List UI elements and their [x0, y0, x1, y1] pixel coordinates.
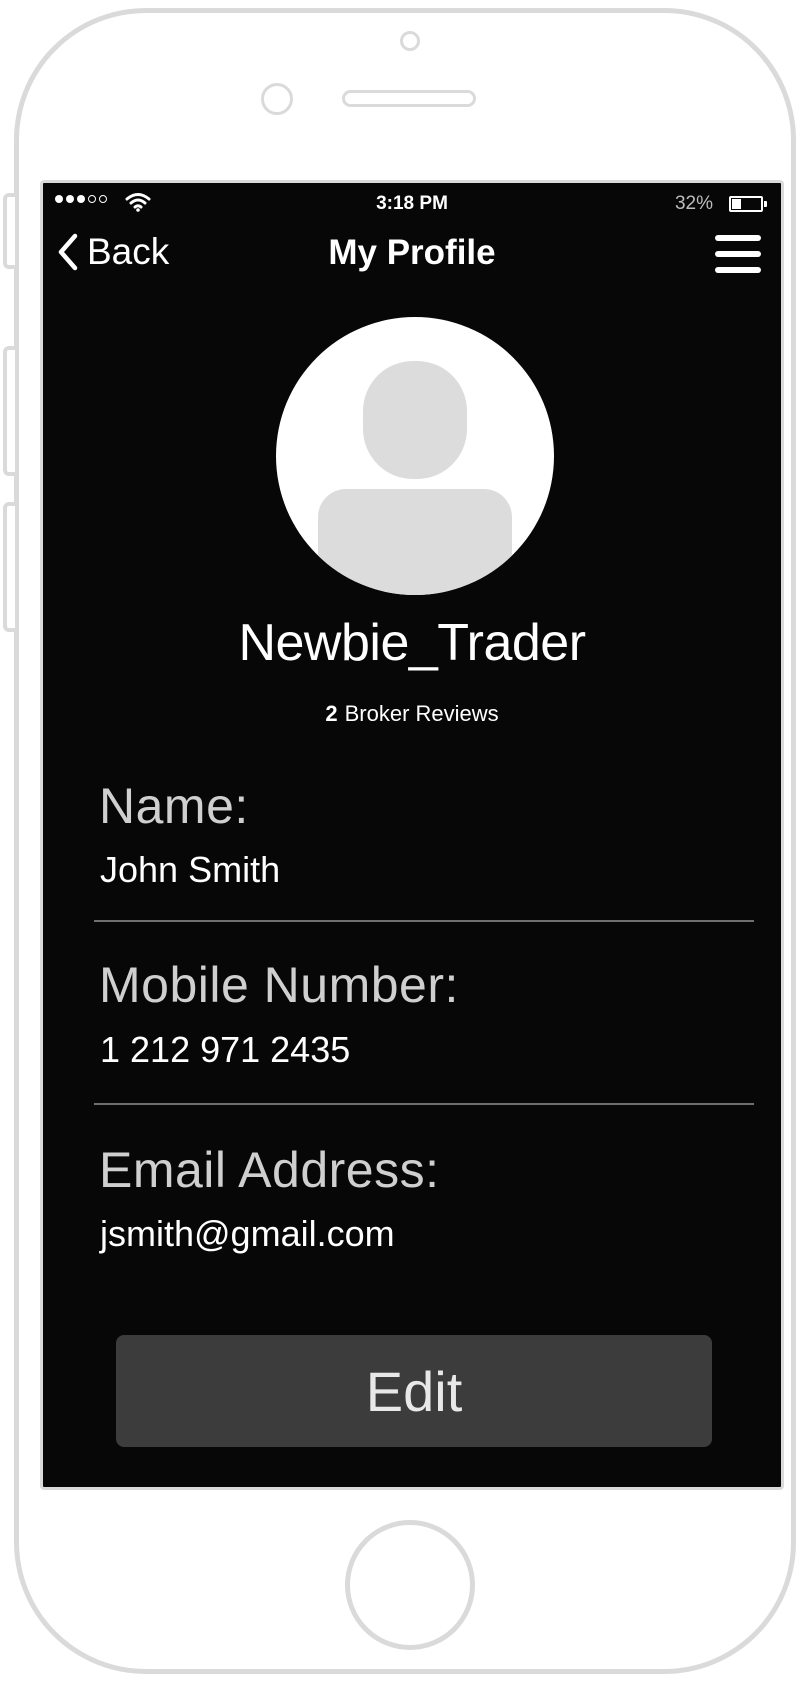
mobile-number-value: 1 212 971 2435 [100, 1029, 351, 1070]
name-label: Name: [99, 778, 249, 834]
app-screen: 3:18 PM 32% Back My Profile Newbie_Trade… [40, 180, 784, 1490]
edit-button[interactable]: Edit [116, 1335, 712, 1447]
battery-percent: 32% [674, 193, 713, 214]
volume-up-button [3, 346, 15, 476]
hamburger-menu-icon[interactable] [715, 235, 761, 273]
menu-line [715, 251, 761, 257]
battery-icon [729, 196, 767, 212]
review-count-number: 2 [325, 701, 338, 726]
back-label: Back [87, 231, 170, 272]
front-camera [400, 31, 420, 51]
earpiece-speaker [342, 90, 476, 107]
avatar[interactable] [276, 317, 554, 595]
divider [94, 1103, 754, 1105]
edit-button-label: Edit [365, 1359, 463, 1423]
username: Newbie_Trader [238, 614, 586, 672]
user-placeholder-icon-head [363, 361, 467, 479]
mobile-number-label: Mobile Number: [99, 957, 459, 1013]
volume-down-button [3, 502, 15, 632]
chevron-left-icon [58, 233, 78, 271]
menu-line [715, 267, 761, 273]
name-value: John Smith [100, 849, 281, 890]
navigation-bar: Back My Profile [43, 223, 781, 283]
email-address-value: jsmith@gmail.com [100, 1213, 395, 1254]
menu-line [715, 235, 761, 241]
mute-switch [3, 193, 15, 269]
email-address-label: Email Address: [99, 1142, 440, 1198]
proximity-sensor [261, 83, 293, 115]
home-button[interactable] [345, 1520, 475, 1650]
battery-fill [732, 199, 741, 209]
review-count-label: Broker Reviews [344, 701, 499, 726]
status-bar: 3:18 PM 32% [43, 183, 781, 219]
divider [94, 920, 754, 922]
back-button[interactable]: Back [57, 231, 169, 273]
broker-review-count[interactable]: 2 Broker Reviews [43, 701, 781, 727]
status-time: 3:18 PM [376, 193, 448, 214]
user-placeholder-icon-body [318, 489, 512, 595]
